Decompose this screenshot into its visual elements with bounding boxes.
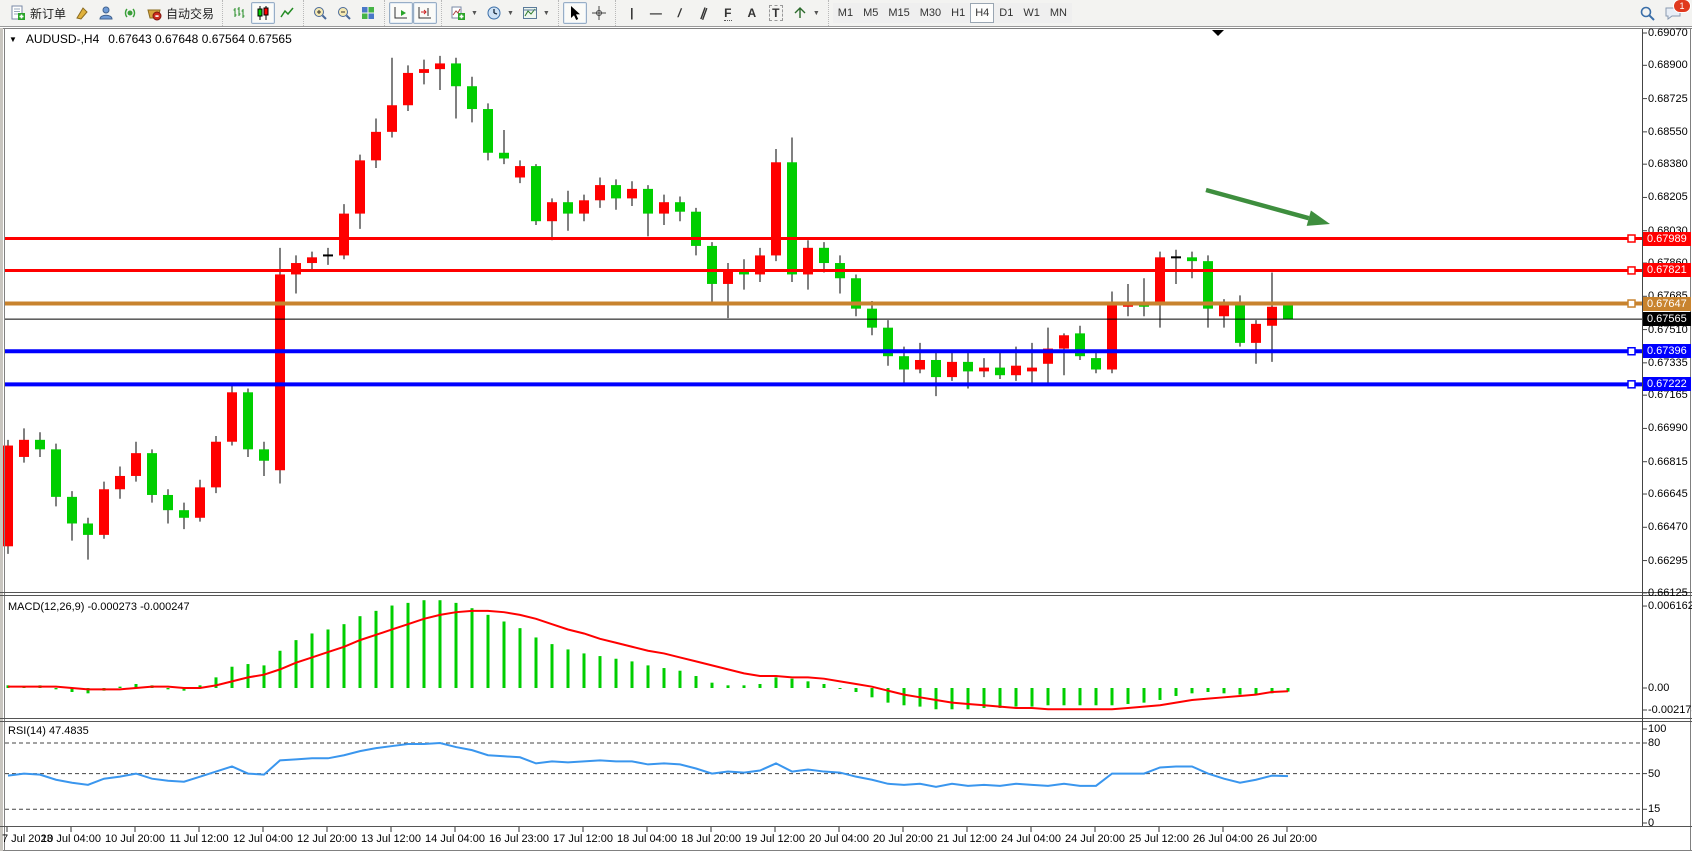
vertical-line-tool-button[interactable]: | [620,2,644,24]
hline-handle[interactable] [1628,235,1635,242]
profile-button[interactable] [94,2,118,24]
timeframe-button-w1[interactable]: W1 [1018,3,1045,23]
hline-handle[interactable] [1628,300,1635,307]
styler-icon [74,5,90,21]
equidistant-channel-icon: ∥ [699,5,709,20]
chart-shift-button[interactable] [413,2,437,24]
hline-handle[interactable] [1628,348,1635,355]
hline-handle[interactable] [1628,381,1635,388]
horizontal-line-tool-button[interactable]: — [644,2,668,24]
timeframe-toolbar: M1M5M15M30H1H4D1W1MN [828,0,1076,26]
notification-badge: 1 [1673,0,1691,13]
timeframe-button-mn[interactable]: MN [1045,3,1072,23]
chat-button[interactable]: 1 [1660,2,1686,24]
macd-indicator-label: MACD(12,26,9) -0.000273 -0.000247 [8,601,190,613]
timeframe-button-h4[interactable]: H4 [970,3,994,23]
vertical-line-icon: | [630,6,633,20]
symbol-dropdown-icon[interactable]: ▼ [9,35,17,44]
toolbar-group-indicators: ▼ ▼ ▼ [441,0,558,26]
crosshair-icon [591,5,607,21]
chevron-down-icon: ▼ [813,10,820,17]
auto-scroll-icon [393,5,409,21]
timeframe-button-m15[interactable]: M15 [883,3,914,23]
chevron-down-icon: ▼ [543,10,550,17]
timeframe-button-m5[interactable]: M5 [858,3,883,23]
search-icon [1639,5,1656,22]
bar-chart-button[interactable] [227,2,251,24]
bar-chart-icon [231,5,247,21]
add-indicator-button[interactable]: ▼ [446,2,482,24]
toolbar-group-chart-type [222,0,303,26]
toolbar-group-scroll [384,0,441,26]
search-button[interactable] [1635,2,1660,24]
chart-header: ▼ AUDUSD-,H4 0.67643 0.67648 0.67564 0.6… [9,32,292,46]
signal-button[interactable] [118,2,142,24]
text-tool-button[interactable]: A [740,2,764,24]
auto-trading-icon [146,5,162,21]
tile-windows-icon [360,5,376,21]
trend-arrow-annotation[interactable] [1307,210,1330,225]
chart-template-button[interactable]: ▼ [518,2,554,24]
arrow-objects-icon [792,5,808,21]
zoom-in-icon [312,5,328,21]
candlestick-chart-button[interactable] [251,2,275,24]
line-chart-icon [279,5,295,21]
horizontal-line-icon: — [650,6,662,20]
zoom-out-button[interactable] [332,2,356,24]
symbol-period-label: AUDUSD-,H4 [26,32,99,46]
clock-icon [486,5,502,21]
rsi-indicator-label: RSI(14) 47.4835 [8,725,89,737]
chevron-down-icon: ▼ [471,10,478,17]
toolbar-group-zoom [303,0,384,26]
signal-icon [122,5,138,21]
tile-windows-button[interactable] [356,2,380,24]
toolbar-group-right: 1 [1631,0,1690,26]
auto-trading-label: 自动交易 [166,5,214,22]
arrows-tool-button[interactable]: ▼ [788,2,824,24]
chart-canvas[interactable] [0,0,1692,851]
auto-trading-button[interactable]: 自动交易 [142,2,218,24]
chevron-down-icon: ▼ [507,10,514,17]
zoom-in-button[interactable] [308,2,332,24]
main-toolbar: 新订单 自动交易 [0,0,1692,27]
new-order-icon [10,5,26,21]
timeframe-button-m1[interactable]: M1 [833,3,858,23]
fibonacci-icon: F [724,6,731,21]
line-chart-button[interactable] [275,2,299,24]
new-order-button[interactable]: 新订单 [6,2,70,24]
timeframe-button-d1[interactable]: D1 [994,3,1018,23]
zoom-out-icon [336,5,352,21]
text-tool-icon: A [748,6,757,20]
trendline-tool-button[interactable]: / [668,2,692,24]
fibonacci-tool-button[interactable]: F [716,2,740,24]
crosshair-button[interactable] [587,2,611,24]
time-periods-button[interactable]: ▼ [482,2,518,24]
chart-template-icon [522,5,538,21]
toolbar-group-cursor [558,0,615,26]
auto-scroll-button[interactable] [389,2,413,24]
chart-shift-icon [417,5,433,21]
new-order-label: 新订单 [30,5,66,22]
trendline-icon: / [677,6,683,20]
metatrader-window: { "toolbar": { "new_order": "新订单", "auto… [0,0,1692,851]
hline-handle[interactable] [1628,267,1635,274]
profile-icon [98,5,114,21]
toolbar-group-trading: 新订单 自动交易 [2,0,222,26]
timeframe-button-h1[interactable]: H1 [946,3,970,23]
add-indicator-icon [450,5,466,21]
chart-shift-marker[interactable] [1212,30,1224,36]
candlestick-chart-icon [255,5,271,21]
channel-tool-button[interactable]: ∥ [692,2,716,24]
timeframe-button-m30[interactable]: M30 [915,3,946,23]
styler-button[interactable] [70,2,94,24]
label-tool-button[interactable]: T [764,2,788,24]
cursor-arrow-icon [567,5,583,21]
toolbar-group-objects: | — / ∥ F A T ▼ [615,0,828,26]
ohlc-label: 0.67643 0.67648 0.67564 0.67565 [108,32,292,46]
label-tool-icon: T [769,5,782,21]
cursor-button[interactable] [563,2,587,24]
